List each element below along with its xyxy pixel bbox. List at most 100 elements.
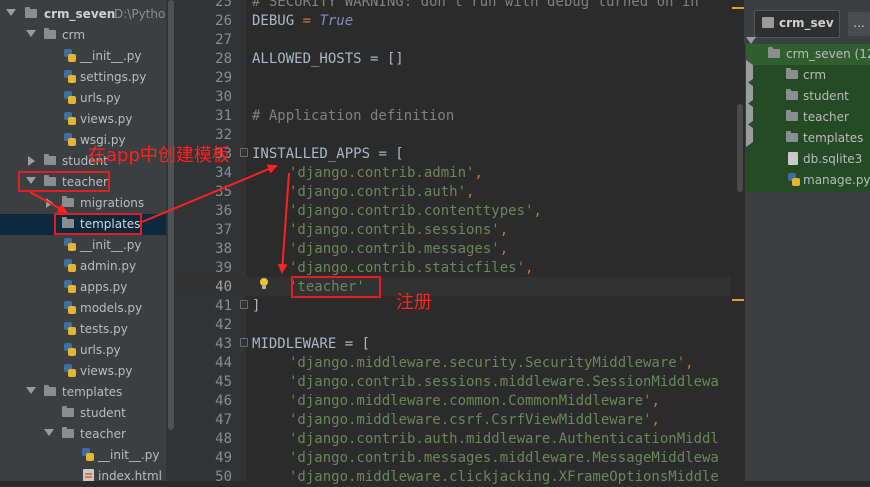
code-string: 'django.contrib.staticfiles' xyxy=(289,260,526,276)
tree-item-models-py[interactable]: models.py xyxy=(0,298,166,319)
tree-item-migrations[interactable]: migrations xyxy=(0,193,166,214)
chevron-right-icon[interactable] xyxy=(746,123,753,147)
chevron-down-icon[interactable] xyxy=(746,37,756,58)
code-line: 'django.contrib.admin', xyxy=(289,164,483,183)
code-line: ALLOWED_HOSTS = [] xyxy=(252,50,404,69)
code-line: 'django.contrib.messages', xyxy=(289,240,508,259)
tree-item-views-py[interactable]: views.py xyxy=(0,361,166,382)
line-number: 37 xyxy=(215,222,232,238)
rtree-item-student[interactable]: student xyxy=(746,81,870,107)
code-token: = [] xyxy=(361,51,404,67)
tree-item-urls-py[interactable]: urls.py xyxy=(0,340,166,361)
tree-item-label: views.py xyxy=(80,112,133,126)
tree-item-templates[interactable]: templates xyxy=(0,382,166,403)
warning-marker-icon[interactable] xyxy=(732,7,744,9)
folder-icon xyxy=(44,385,56,396)
tree-item-crm-seven[interactable]: crm_seven D:\Python\ xyxy=(0,4,166,25)
rtree-item-crm-seven[interactable]: crm_seven (127 xyxy=(746,37,870,65)
folder-icon xyxy=(786,68,798,79)
line-number: 35 xyxy=(215,184,232,200)
rtree-item-teacher[interactable]: teacher xyxy=(746,102,870,128)
fold-marker-icon[interactable] xyxy=(240,300,248,309)
tree-item-crm[interactable]: crm xyxy=(0,25,166,46)
more-button[interactable]: ... xyxy=(848,12,870,36)
folder-icon xyxy=(62,196,74,207)
tree-item-label: crm_seven (127 xyxy=(786,47,870,61)
editor-scrollbar-thumb[interactable] xyxy=(737,104,743,192)
code-comma: , xyxy=(525,260,534,276)
code-line: DEBUG = True xyxy=(252,12,353,31)
python-file-icon xyxy=(64,70,76,83)
python-file-icon xyxy=(64,364,76,377)
python-file-icon xyxy=(64,280,76,293)
code-line: INSTALLED_APPS = [ xyxy=(252,145,404,164)
code-string: 'django.contrib.auth' xyxy=(289,184,467,200)
highlight-box-teacher xyxy=(18,171,110,192)
tree-item-index-html[interactable]: index.html xyxy=(0,466,166,481)
tree-item-label: templates xyxy=(62,385,123,399)
editor-error-stripe xyxy=(730,0,744,481)
rtree-item-crm[interactable]: crm xyxy=(746,60,870,86)
project-path: D:\Python\ xyxy=(114,7,166,21)
tree-item-label: apps.py xyxy=(80,280,128,294)
tree-scrollbar-thumb[interactable] xyxy=(168,0,174,430)
code-string: 'django.middleware.csrf.CsrfViewMiddlewa… xyxy=(289,412,652,428)
tree-item-tests-py[interactable]: tests.py xyxy=(0,319,166,340)
tree-scrollbar[interactable] xyxy=(166,0,176,481)
code-token: INSTALLED_APPS xyxy=(252,146,371,162)
tree-item-apps-py[interactable]: apps.py xyxy=(0,277,166,298)
database-file-icon xyxy=(788,152,798,165)
code-comment: # Application definition xyxy=(252,108,455,124)
python-file-icon xyxy=(64,133,76,146)
rtree-item-manage-py[interactable]: manage.py xyxy=(746,170,870,191)
code-string: 'django.contrib.sessions.middleware.Sess… xyxy=(289,374,719,390)
tree-item-urls-py[interactable]: urls.py xyxy=(0,88,166,109)
tree-item-label: __init__.py xyxy=(80,238,142,252)
tree-item-admin-py[interactable]: admin.py xyxy=(0,256,166,277)
tree-item-label: index.html xyxy=(98,469,162,481)
code-token: MIDDLEWARE xyxy=(252,336,337,352)
chevron-right-icon[interactable] xyxy=(28,156,35,166)
tree-item-init-py[interactable]: __init__.py xyxy=(0,235,166,256)
folder-icon xyxy=(44,154,56,165)
python-file-icon xyxy=(64,322,76,335)
chevron-down-icon[interactable] xyxy=(26,387,36,394)
code-token: True xyxy=(319,13,354,29)
code-line: 'django.contrib.auth', xyxy=(289,183,474,202)
chevron-down-icon[interactable] xyxy=(44,429,54,436)
tree-item-views-py[interactable]: views.py xyxy=(0,109,166,130)
fold-marker-icon[interactable] xyxy=(240,338,248,347)
chevron-down-icon[interactable] xyxy=(6,9,16,16)
warning-marker-icon[interactable] xyxy=(732,299,744,301)
folder-icon xyxy=(62,427,74,438)
tree-item-label: models.py xyxy=(80,301,143,315)
fold-marker-icon[interactable] xyxy=(240,148,248,157)
highlight-box-teacher-app xyxy=(291,276,381,298)
tree-item-templates-teacher[interactable]: teacher xyxy=(0,424,166,445)
tree-item-settings-py[interactable]: settings.py xyxy=(0,67,166,88)
code-line: 'django.middleware.common.CommonMiddlewa… xyxy=(289,392,660,411)
code-line: MIDDLEWARE = [ xyxy=(252,335,370,354)
rtree-item-templates[interactable]: templates xyxy=(746,123,870,149)
chevron-down-icon[interactable] xyxy=(26,30,36,37)
code-token: = xyxy=(294,13,320,29)
line-number: 49 xyxy=(215,450,232,466)
code-line: ] xyxy=(252,298,261,314)
folder-icon xyxy=(62,406,74,417)
tree-item-label: __init__.py xyxy=(80,49,142,63)
tree-item-label: migrations xyxy=(80,196,145,210)
line-number: 46 xyxy=(215,393,232,409)
chevron-right-icon[interactable] xyxy=(46,198,53,208)
tree-item-init-py[interactable]: __init__.py xyxy=(0,445,166,466)
tree-item-label: db.sqlite3 xyxy=(803,152,863,166)
tree-item-templates-student[interactable]: student xyxy=(0,403,166,424)
line-number: 31 xyxy=(215,108,232,124)
tree-item-init-py[interactable]: __init__.py xyxy=(0,46,166,67)
lightbulb-icon[interactable] xyxy=(259,278,269,290)
code-line: 'django.middleware.csrf.CsrfViewMiddlewa… xyxy=(289,411,660,430)
tree-item-label: crm_seven xyxy=(44,7,116,21)
rtree-item-db-sqlite3[interactable]: db.sqlite3 xyxy=(746,149,870,170)
python-file-icon xyxy=(64,301,76,314)
line-number: 38 xyxy=(215,241,232,257)
tree-item-label: views.py xyxy=(80,364,133,378)
